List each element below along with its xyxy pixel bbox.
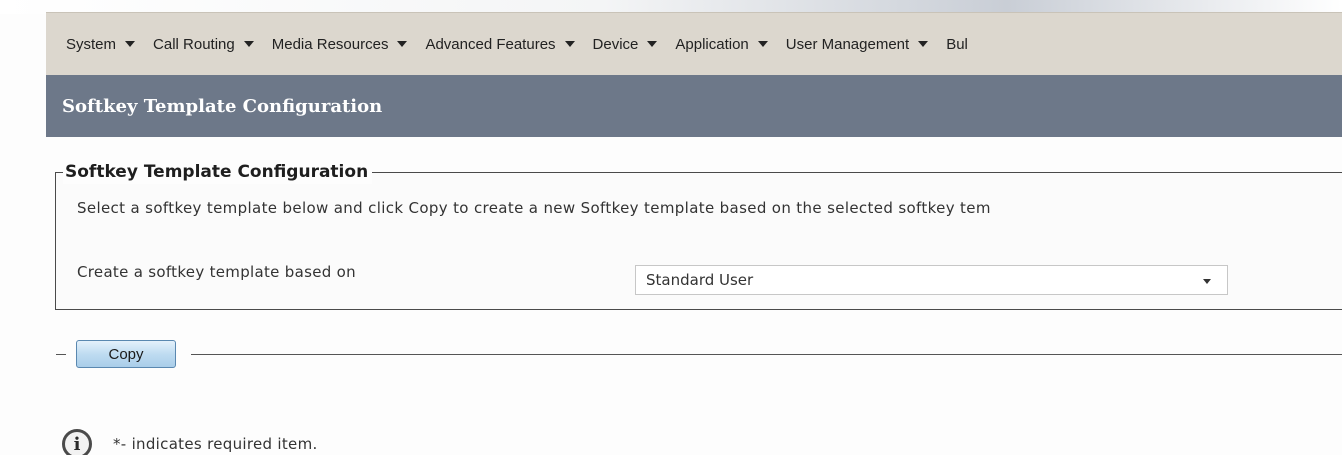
- chevron-down-icon: [647, 41, 658, 47]
- menu-application[interactable]: Application: [666, 36, 776, 53]
- softkey-template-section: Softkey Template Configuration Select a …: [55, 160, 1342, 310]
- page-title-bar: Softkey Template Configuration: [46, 75, 1342, 137]
- button-row: Copy: [56, 339, 1342, 371]
- required-note: *- indicates required item.: [113, 435, 318, 453]
- page-title: Softkey Template Configuration: [62, 95, 383, 117]
- menu-call-routing-label: Call Routing: [153, 35, 235, 53]
- chevron-down-icon: [125, 41, 136, 47]
- menu-call-routing[interactable]: Call Routing: [144, 36, 263, 53]
- menu-advanced-features[interactable]: Advanced Features: [416, 36, 583, 53]
- menu-application-label: Application: [675, 35, 749, 53]
- info-icon: i: [62, 429, 92, 455]
- dropdown-arrow-icon: [1203, 279, 1211, 284]
- menu-bulk-administration-label: Bul: [946, 35, 968, 53]
- menu-bar: System Call Routing Media Resources Adva…: [46, 12, 1342, 75]
- template-base-select[interactable]: Standard User: [635, 265, 1228, 295]
- template-base-select-value: Standard User: [646, 271, 754, 289]
- menu-bulk-administration[interactable]: Bul: [937, 36, 977, 53]
- menu-system[interactable]: System: [46, 36, 144, 53]
- button-row-divider-left: [56, 354, 66, 355]
- menu-media-resources-label: Media Resources: [271, 35, 389, 53]
- section-legend: Softkey Template Configuration: [63, 160, 373, 184]
- info-icon-glyph: i: [73, 433, 81, 455]
- chevron-down-icon: [243, 41, 254, 47]
- template-base-label: Create a softkey template based on: [77, 263, 356, 281]
- menu-user-management[interactable]: User Management: [777, 36, 937, 53]
- menu-media-resources[interactable]: Media Resources: [263, 36, 417, 53]
- chevron-down-icon: [397, 41, 408, 47]
- menu-advanced-features-label: Advanced Features: [425, 35, 556, 53]
- menu-device[interactable]: Device: [584, 36, 667, 53]
- chevron-down-icon: [757, 41, 768, 47]
- required-note-row: i *- indicates required item.: [62, 424, 318, 455]
- menu-device-label: Device: [592, 35, 639, 53]
- copy-button[interactable]: Copy: [76, 340, 176, 368]
- chevron-down-icon: [564, 41, 575, 47]
- section-description: Select a softkey template below and clic…: [77, 199, 991, 217]
- page: System Call Routing Media Resources Adva…: [0, 0, 1342, 455]
- button-row-divider-right: [191, 354, 1342, 355]
- menu-system-label: System: [66, 35, 117, 53]
- menu-user-management-label: User Management: [785, 35, 910, 53]
- chevron-down-icon: [918, 41, 929, 47]
